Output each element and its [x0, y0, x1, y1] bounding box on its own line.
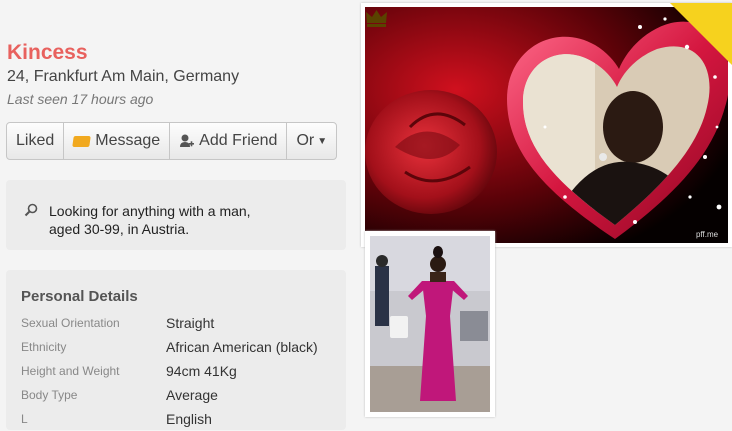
add-friend-button[interactable]: Add Friend [170, 123, 288, 159]
crown-icon [670, 3, 732, 65]
detail-label: Body Type [21, 388, 78, 402]
search-icon [24, 203, 38, 222]
crown-glyph-icon [366, 10, 387, 27]
photo-watermark: pff.me [696, 230, 719, 239]
looking-for-text: Looking for anything with a man, aged 30… [49, 202, 309, 238]
looking-for-line2: aged 30-99, in Austria. [49, 221, 190, 237]
add-friend-icon [179, 133, 195, 149]
personal-details-box: Personal Details Sexual Orientation Stra… [6, 270, 346, 430]
detail-label: Ethnicity [21, 340, 67, 354]
detail-label: Sexual Orientation [21, 316, 120, 330]
add-friend-label: Add Friend [199, 132, 278, 149]
message-button[interactable]: Message [64, 123, 171, 159]
detail-value: African American (black) [166, 339, 318, 355]
secondary-profile-photo[interactable] [365, 231, 495, 417]
message-label: Message [95, 132, 161, 149]
or-dropdown-button[interactable]: Or ▼ [287, 123, 336, 159]
action-button-group: Liked Message Add Friend Or ▼ [6, 122, 338, 160]
detail-value: Straight [166, 315, 215, 331]
profile-name: Kincess [7, 41, 88, 64]
caret-down-icon: ▼ [317, 135, 328, 147]
detail-label: L [21, 412, 28, 426]
message-icon [72, 135, 92, 147]
or-label: Or [296, 132, 315, 149]
detail-label: Height and Weight [21, 364, 120, 378]
detail-value: 94cm 41Kg [166, 363, 237, 379]
detail-row-sexual-orientation: Sexual Orientation Straight [21, 311, 341, 335]
main-profile-photo[interactable]: pff.me [361, 3, 732, 247]
looking-for-box: Looking for anything with a man, aged 30… [6, 180, 346, 250]
liked-label: Liked [16, 132, 55, 149]
personal-details-title: Personal Details [21, 288, 138, 305]
profile-location: 24, Frankfurt Am Main, Germany [7, 68, 240, 85]
looking-for-line1: Looking for anything with a man, [49, 203, 251, 219]
detail-row-body-type: Body Type Average [21, 383, 341, 407]
liked-button[interactable]: Liked [7, 123, 65, 159]
detail-row-height-weight: Height and Weight 94cm 41Kg [21, 359, 341, 383]
detail-value: English [166, 411, 212, 427]
last-seen: Last seen 17 hours ago [7, 91, 154, 107]
profile-panel: Kincess 24, Frankfurt Am Main, Germany L… [0, 0, 350, 430]
detail-row-language: L English [21, 407, 341, 431]
detail-value: Average [166, 387, 218, 403]
detail-row-ethnicity: Ethnicity African American (black) [21, 335, 341, 359]
